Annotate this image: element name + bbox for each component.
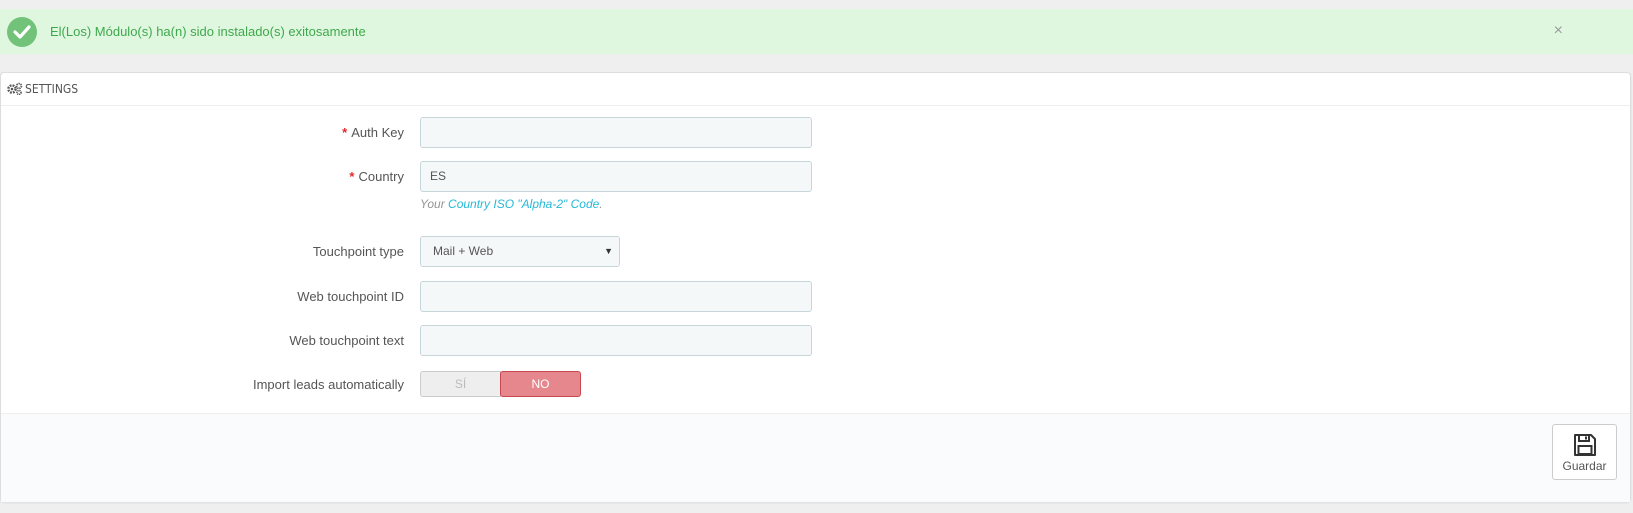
import-leads-label: Import leads automatically [252,377,404,392]
check-circle-icon [7,17,37,47]
touchpoint-type-label: Touchpoint type [312,244,404,259]
auth-key-label: * Auth Key [342,125,404,140]
floppy-disk-icon [1574,434,1596,456]
required-marker: * [342,125,348,140]
import-leads-switch: SÍ NO [420,371,581,397]
success-alert: El(Los) Módulo(s) ha(n) sido instalado(s… [0,9,1633,54]
save-button[interactable]: Guardar [1552,424,1617,480]
country-label: * Country [349,169,404,184]
required-marker: * [349,169,355,184]
touchpoint-type-select[interactable]: Mail + Web ▼ [420,236,620,267]
panel-footer: Guardar [1,413,1630,502]
gears-icon [7,82,23,95]
panel-heading: SETTINGS [1,73,1630,106]
import-leads-yes-option[interactable]: SÍ [420,371,501,397]
country-help-suffix: . [599,197,603,211]
panel-title: SETTINGS [25,82,79,96]
auth-key-input[interactable] [420,117,812,148]
country-help: Your Country ISO "Alpha-2" Code. [420,197,603,211]
country-iso-link[interactable]: Country ISO "Alpha-2" Code [448,197,599,211]
close-icon[interactable]: × [1554,22,1563,40]
web-touchpoint-text-input[interactable] [420,325,812,356]
country-label-text: Country [358,169,404,184]
caret-down-icon: ▼ [604,246,613,256]
touchpoint-type-value: Mail + Web [433,244,494,258]
web-touchpoint-text-label: Web touchpoint text [289,333,404,348]
web-touchpoint-id-input[interactable] [420,281,812,312]
import-leads-no-option[interactable]: NO [500,371,581,397]
country-input[interactable]: ES [420,161,812,192]
save-button-label: Guardar [1562,459,1607,473]
settings-panel: SETTINGS * Auth Key * Country ES Your Coun… [0,72,1631,502]
alert-message: El(Los) Módulo(s) ha(n) sido instalado(s… [50,24,366,39]
country-help-prefix: Your [420,197,449,211]
web-touchpoint-id-label: Web touchpoint ID [297,289,404,304]
auth-key-label-text: Auth Key [351,125,404,140]
